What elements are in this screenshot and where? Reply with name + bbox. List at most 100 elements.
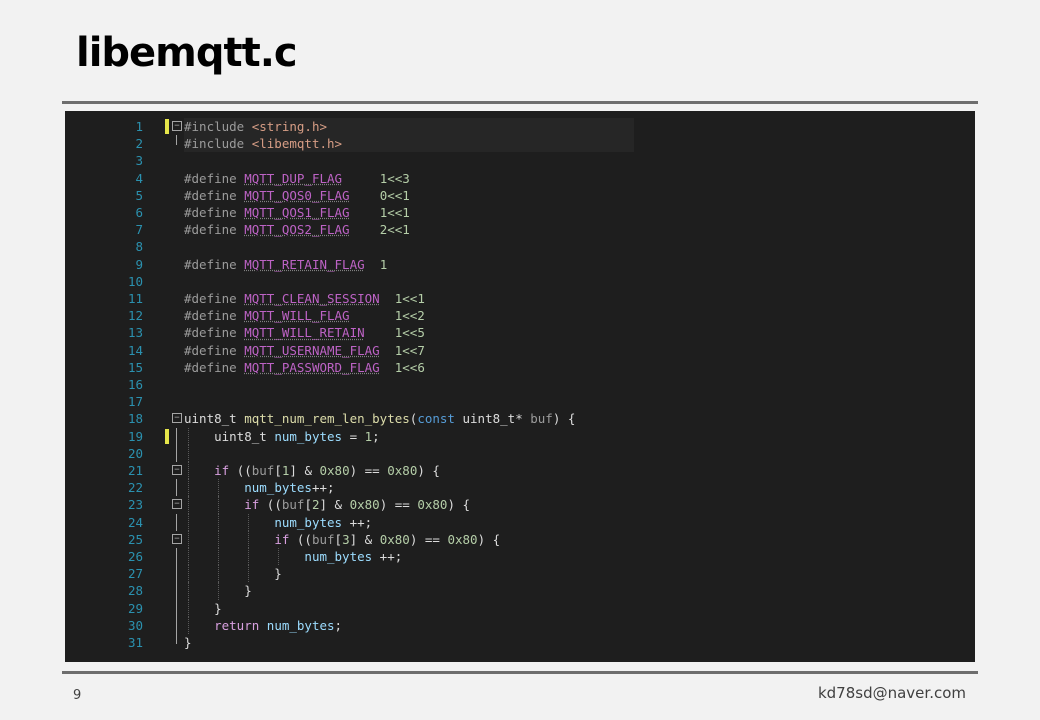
code-line[interactable]: 7 #define MQTT_QOS2_FLAG 2<<1 [65, 221, 975, 238]
code-line[interactable]: 3 [65, 152, 975, 169]
code-token: num_bytes [274, 514, 343, 530]
code-token: ++; [342, 514, 373, 530]
code-text: #define MQTT_QOS1_FLAG 1<<1 [184, 204, 410, 221]
code-token: ] & [349, 531, 380, 547]
code-token: ) { [552, 411, 576, 427]
code-text: #define MQTT_RETAIN_FLAG 1 [184, 256, 387, 273]
change-marker [165, 119, 169, 134]
code-token: MQTT_CLEAN_SESSION [244, 291, 380, 306]
top-divider [62, 101, 978, 104]
code-text: num_bytes ++; [184, 548, 402, 565]
code-line[interactable]: 1 − #include <string.h> [65, 118, 975, 136]
code-token: buf [251, 463, 275, 478]
code-line[interactable]: 15 #define MQTT_PASSWORD_FLAG 1<<6 [65, 359, 975, 376]
code-line[interactable]: 5 #define MQTT_QOS0_FLAG 0<<1 [65, 187, 975, 204]
code-line[interactable]: 14 #define MQTT_USERNAME_FLAG 1<<7 [65, 342, 975, 359]
code-token: uint8_t [184, 411, 245, 427]
code-line[interactable]: 9 #define MQTT_RETAIN_FLAG 1 [65, 256, 975, 273]
code-line[interactable]: 18 − uint8_t mqtt_num_rem_len_bytes(const … [65, 410, 975, 427]
line-number: 13 [127, 325, 143, 341]
code-token: #define [184, 325, 245, 341]
code-line[interactable]: 29 } [65, 599, 975, 617]
code-line[interactable]: 30 return num_bytes; [65, 616, 975, 634]
fold-collapse-icon[interactable]: − [172, 499, 182, 510]
code-token: MQTT_USERNAME_FLAG [244, 342, 380, 358]
code-text: if ((buf[2] & 0x80) == 0x80) { [184, 496, 470, 513]
line-number: 7 [135, 222, 143, 238]
code-token: 1<<3 [379, 170, 410, 186]
code-line[interactable]: 8 [65, 238, 975, 255]
code-line[interactable]: 17 [65, 393, 975, 410]
code-line[interactable]: 2 #include <libemqtt.h> [65, 135, 975, 153]
line-number: 22 [127, 480, 143, 496]
code-line[interactable]: 10 [65, 273, 975, 290]
code-line[interactable]: 25− if ((buf[3] & 0x80) == 0x80) { [65, 530, 975, 548]
code-token: 1<<6 [394, 359, 425, 375]
fold-collapse-icon[interactable]: − [172, 121, 182, 131]
code-text: #define MQTT_QOS2_FLAG 2<<1 [184, 221, 410, 238]
code-token: 0x80 [319, 463, 350, 478]
code-token: num_bytes [244, 480, 312, 496]
code-line[interactable]: 26 num_bytes ++; [65, 548, 975, 566]
code-text: return num_bytes; [184, 617, 342, 634]
line-number: 15 [127, 359, 143, 375]
code-line[interactable]: 31} [65, 634, 975, 651]
code-line[interactable]: 20 [65, 444, 975, 462]
code-text: } [184, 565, 282, 582]
line-number: 10 [127, 273, 143, 289]
code-token: return [214, 617, 260, 633]
code-token: ) { [417, 463, 440, 478]
line-number: 2 [135, 136, 143, 152]
code-text: uint8_t mqtt_num_rem_len_bytes(const uin… [184, 410, 575, 427]
code-line[interactable]: 21 − if ((buf[1] & 0x80) == 0x80) { [65, 462, 975, 480]
code-token: mqtt_num_rem_len_bytes [244, 411, 410, 427]
code-token: } [184, 635, 192, 650]
code-line[interactable]: 27 } [65, 565, 975, 583]
code-token: ; [372, 428, 380, 444]
author-email: kd78sd@naver.com [817, 684, 966, 702]
code-editor[interactable]: 1− #include <string.h> 2 #include <libemqtt… [65, 111, 975, 662]
code-line[interactable]: 4 #define MQTT_DUP_FLAG 1<<3 [65, 170, 975, 187]
code-token: ) { [477, 531, 501, 547]
line-number: 26 [127, 549, 143, 564]
code-token: 0<<1 [379, 187, 410, 203]
code-token: #define [184, 308, 245, 324]
code-line[interactable]: 6 #define MQTT_QOS1_FLAG 1<<1 [65, 204, 975, 221]
code-token: #define [184, 205, 245, 220]
code-token: [ [274, 463, 282, 478]
code-line[interactable]: 13 #define MQTT_WILL_RETAIN 1<<5 [65, 324, 975, 341]
code-token: buf [311, 531, 335, 547]
code-line[interactable]: 28 } [65, 582, 975, 600]
code-token: 1 [379, 256, 388, 272]
fold-collapse-icon[interactable]: − [172, 533, 182, 544]
fold-guide [176, 479, 177, 497]
code-token: 0x80 [387, 463, 418, 478]
code-token: num_bytes [274, 428, 343, 444]
code-token: 1<<7 [394, 342, 425, 358]
code-token: MQTT_RETAIN_FLAG [244, 256, 365, 272]
fold-collapse-icon[interactable]: − [172, 465, 182, 475]
code-line[interactable]: 12 #define MQTT_WILL_FLAG 1<<2 [65, 307, 975, 324]
code-token: MQTT_WILL_RETAIN [244, 325, 365, 341]
code-line[interactable]: 22 num_bytes++; [65, 479, 975, 497]
code-line[interactable]: 23− if ((buf[2] & 0x80) == 0x80) { [65, 496, 975, 514]
code-line[interactable]: 19 uint8_t num_bytes = 1; [65, 427, 975, 445]
code-token: 0x80 [447, 531, 478, 547]
code-line[interactable]: 11 #define MQTT_CLEAN_SESSION 1<<1 [65, 290, 975, 307]
code-text: #define MQTT_WILL_RETAIN 1<<5 [184, 324, 425, 341]
fold-guide [176, 582, 177, 600]
code-token: ) == [379, 497, 418, 513]
line-number: 25 [127, 531, 143, 547]
code-line[interactable]: 16 [65, 376, 975, 393]
fold-collapse-icon[interactable]: − [172, 413, 182, 424]
code-text: #define MQTT_WILL_FLAG 1<<2 [184, 307, 425, 324]
code-line[interactable]: 24 num_bytes ++; [65, 513, 975, 531]
line-number: 3 [135, 153, 143, 169]
code-text: #define MQTT_PASSWORD_FLAG 1<<6 [184, 359, 425, 376]
